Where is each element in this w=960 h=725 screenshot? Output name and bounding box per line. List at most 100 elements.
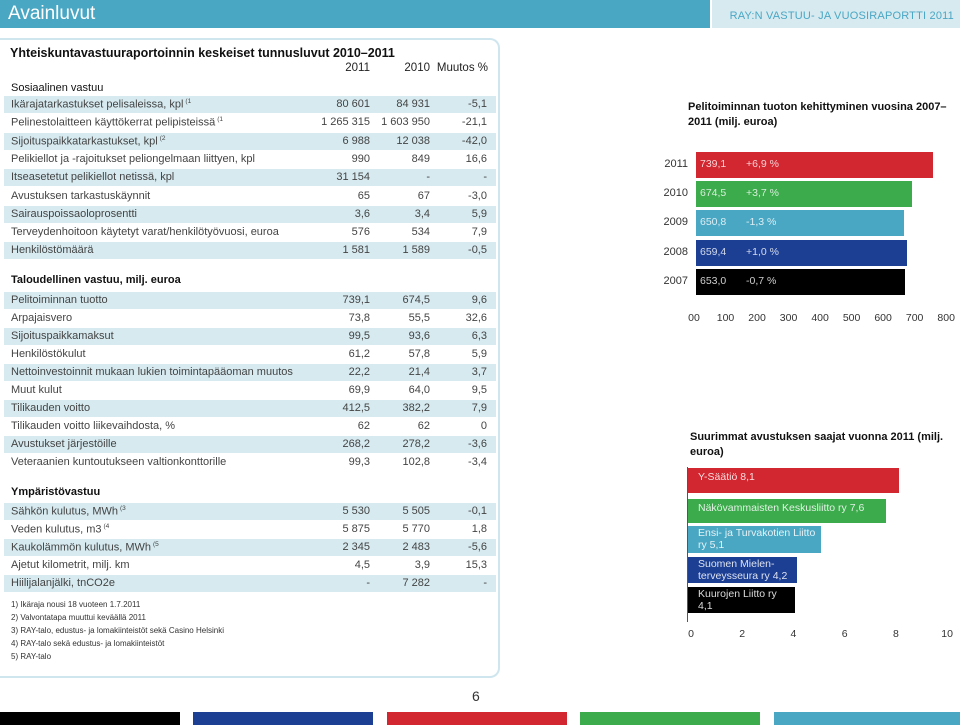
- table-row: Pelitoiminnan tuotto 739,1 674,5 9,6: [4, 292, 496, 309]
- year-label: 2011: [664, 158, 688, 170]
- value-2010: 7 282: [402, 577, 430, 589]
- page-number: 6: [472, 688, 480, 704]
- table-row: Veden kulutus, m3 (4 5 875 5 770 1,8: [4, 521, 496, 538]
- value-2011: 22,2: [348, 366, 370, 378]
- value-2010: 102,8: [402, 456, 430, 468]
- value-2010: 93,6: [408, 330, 430, 342]
- value-2011: 1 265 315: [321, 116, 370, 129]
- table-row: Terveydenhoitoon käytetyt varat/henkilöt…: [4, 224, 496, 241]
- x-tick-label: 800: [937, 312, 955, 324]
- row-label: Veden kulutus, m3 (4: [11, 523, 110, 536]
- value-2011: 2 345: [342, 541, 370, 553]
- value-2010: 1 589: [402, 244, 430, 257]
- value-change: -0,5: [468, 244, 487, 257]
- year-label: 2008: [663, 246, 688, 258]
- footer-bar: [580, 712, 760, 725]
- table-row: Avustukset järjestöille 268,2 278,2 -3,6: [4, 436, 496, 453]
- revenue-bar: 739,1 +6,9 %: [696, 152, 933, 178]
- value-2010: 5 770: [402, 523, 430, 535]
- grant-bar: Y-Säätiö 8,1: [688, 468, 899, 493]
- x-tick-label: 200: [748, 312, 766, 324]
- value-2011: 69,9: [348, 384, 370, 396]
- value-2011: 80 601: [336, 98, 370, 110]
- row-label: Avustukset järjestöille: [11, 438, 117, 450]
- value-change: -3,4: [468, 456, 487, 468]
- bar-value-label: 650,8: [700, 216, 727, 228]
- value-change: -5,6: [468, 541, 487, 553]
- value-2010: 64,0: [408, 384, 430, 396]
- grant-bar-label: Näkövammaisten Keskusliitto ry 7,6: [698, 502, 865, 514]
- footnote: 1) Ikäraja nousi 18 vuoteen 1.7.2011: [11, 600, 141, 609]
- x-tick-label: 400: [811, 312, 829, 324]
- page-title: Avainluvut: [8, 3, 96, 24]
- value-change: 0: [480, 420, 487, 432]
- row-label: Henkilöstökulut: [11, 348, 86, 360]
- value-change: -21,1: [461, 116, 487, 129]
- table-row: Pelikiellot ja -rajoitukset peliongelmaa…: [4, 151, 496, 168]
- value-change: 5,9: [471, 348, 487, 360]
- row-label: Itseasetetut pelikiellot netissä, kpl: [11, 171, 175, 184]
- grants-chart-title: Suurimmat avustuksen saajat vuonna 2011 …: [690, 431, 944, 458]
- table-row: Pelinestolaitteen käyttökerrat pelipiste…: [4, 114, 496, 131]
- value-2011: 268,2: [342, 438, 370, 450]
- x-tick-label: 700: [905, 312, 924, 324]
- footnote-marker: (5: [153, 541, 159, 548]
- row-label: Sijoituspaikkamaksut: [11, 330, 114, 342]
- value-2010: 84 931: [396, 98, 430, 110]
- row-label: Ikärajatarkastukset pelisaleissa, kpl (1: [11, 98, 192, 111]
- value-2010: 849: [411, 152, 430, 165]
- row-label: Sijoituspaikkatarkastukset, kpl (2: [11, 134, 166, 148]
- value-2010: 5 505: [402, 505, 430, 517]
- table-row: Ajetut kilometrit, milj. km 4,5 3,9 15,3: [4, 557, 496, 574]
- x-tick-label: 100: [716, 312, 735, 324]
- row-label: Avustuksen tarkastuskäynnit: [11, 189, 151, 202]
- section-heading: Taloudellinen vastuu, milj. euroa: [11, 274, 181, 286]
- bar-change-label: +6,9 %: [746, 158, 779, 170]
- table-row: Arpajaisvero 73,8 55,5 32,6: [4, 310, 496, 327]
- value-2011: 739,1: [342, 294, 370, 306]
- grant-bar-label: Ensi- ja Turvakotien Liitto ry 5,1: [698, 527, 816, 551]
- value-change: 1,8: [471, 523, 487, 535]
- value-2010: 67: [417, 189, 430, 202]
- table-row: Sähkön kulutus, MWh (3 5 530 5 505 -0,1: [4, 503, 496, 520]
- row-label: Kaukolämmön kulutus, MWh (5: [11, 541, 159, 554]
- value-2011: 3,6: [354, 207, 370, 220]
- value-change: 7,9: [471, 402, 487, 414]
- row-label: Veteraanien kuntoutukseen valtionkonttor…: [11, 456, 227, 468]
- revenue-bar: 659,4 +1,0 %: [696, 240, 907, 266]
- table-row: Ikärajatarkastukset pelisaleissa, kpl (1 8…: [4, 96, 496, 113]
- value-change: -3,0: [468, 189, 487, 202]
- row-label: Pelinestolaitteen käyttökerrat pelipiste…: [11, 116, 224, 129]
- row-label: Muut kulut: [11, 384, 62, 396]
- page-header: Avainluvut: [0, 0, 710, 28]
- value-2011: 5 530: [342, 505, 370, 517]
- x-tick-label: 600: [874, 312, 892, 324]
- value-2010: 278,2: [402, 438, 430, 450]
- report-title: RAY:N VASTUU- JA VUOSIRAPORTTI 2011: [729, 10, 954, 22]
- row-label: Arpajaisvero: [11, 312, 73, 324]
- grant-bar: Näkövammaisten Keskusliitto ry 7,6: [688, 499, 886, 523]
- value-2011: 31 154: [336, 171, 370, 184]
- table-row: Veteraanien kuntoutukseen valtionkonttor…: [4, 454, 496, 471]
- value-change: -: [483, 171, 487, 184]
- value-2010: 674,5: [402, 294, 430, 306]
- footnote-marker: (2: [159, 134, 166, 142]
- footer-bar: [193, 712, 373, 725]
- row-label: Henkilöstömäärä: [11, 244, 94, 257]
- x-tick-label: 4: [790, 628, 797, 640]
- footnote-marker: (3: [120, 505, 126, 512]
- table-row: Tilikauden voitto 412,5 382,2 7,9: [4, 400, 496, 417]
- value-change: -: [483, 577, 487, 589]
- bar-change-label: +3,7 %: [746, 187, 779, 199]
- table-row: Muut kulut 69,9 64,0 9,5: [4, 382, 496, 399]
- value-2010: 534: [411, 226, 430, 239]
- revenue-chart-title: Pelitoiminnan tuoton kehittyminen vuosin…: [688, 101, 947, 128]
- value-2011: 1 581: [342, 244, 370, 257]
- value-2011: 412,5: [342, 402, 370, 414]
- value-change: 3,7: [471, 366, 487, 378]
- row-label: Pelikiellot ja -rajoitukset peliongelmaa…: [11, 152, 255, 165]
- value-2011: 65: [357, 189, 370, 202]
- table-row: Avustuksen tarkastuskäynnit 65 67 -3,0: [4, 188, 496, 205]
- bar-change-label: +1,0 %: [746, 246, 779, 258]
- value-2010: 21,4: [408, 366, 430, 378]
